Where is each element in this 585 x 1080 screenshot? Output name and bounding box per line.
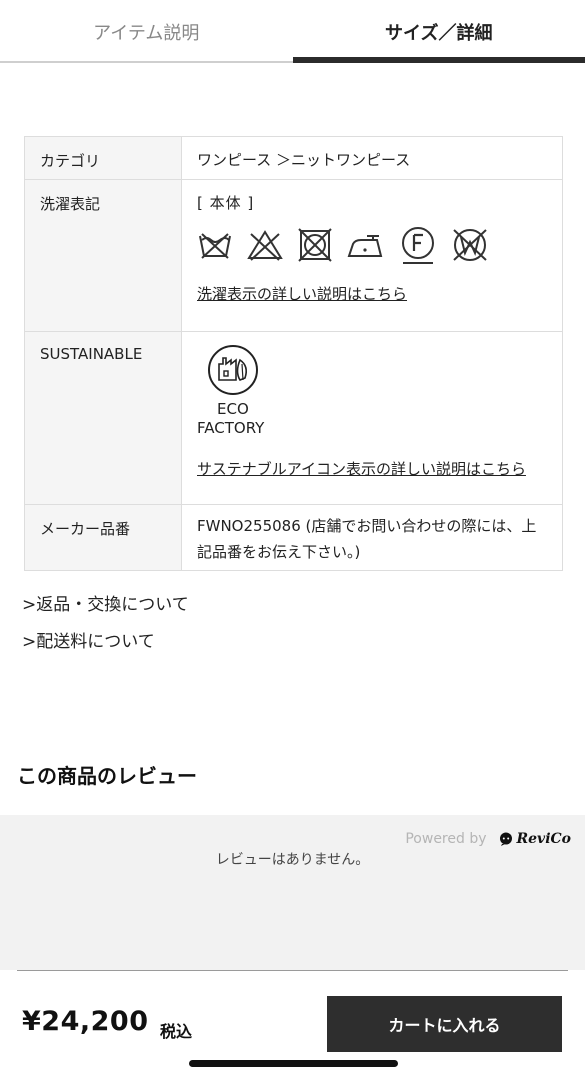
table-row: 洗濯表記 [ 本体 ] 洗濯表示の詳しい説明はこちら bbox=[24, 179, 563, 332]
no-wash-icon bbox=[199, 233, 231, 259]
spec-table: カテゴリ ワンピース ＞ニットワンピース 洗濯表記 [ 本体 ] 洗濯表示の詳し… bbox=[24, 136, 563, 571]
add-to-cart-button[interactable]: カートに入れる bbox=[327, 996, 562, 1052]
active-tab-indicator bbox=[293, 57, 585, 63]
returns-exchange-link[interactable]: >返品・交換について bbox=[22, 590, 189, 615]
wash-icon-row bbox=[197, 225, 562, 265]
table-row: メーカー品番 FWNO255086 (店舗でお問い合わせの際には、上記品番をお伝… bbox=[24, 504, 563, 571]
home-indicator bbox=[189, 1060, 398, 1067]
sustainable-label: SUSTAINABLE bbox=[24, 331, 182, 505]
tab-size-details[interactable]: サイズ／詳細 bbox=[293, 0, 585, 64]
category-label: カテゴリ bbox=[24, 136, 182, 180]
tab-item-description[interactable]: アイテム説明 bbox=[0, 0, 293, 64]
table-row: SUSTAINABLE ECO FACTORY サステナブルアイコン表示の詳しい… bbox=[24, 331, 563, 505]
wash-details-link[interactable]: 洗濯表示の詳しい説明はこちら bbox=[197, 283, 407, 304]
revico-logo-text: ReviCo bbox=[516, 831, 571, 847]
powered-by-label: Powered by bbox=[405, 831, 487, 847]
price: ¥24,200 bbox=[22, 1006, 149, 1037]
maker-number-value: FWNO255086 (店舗でお問い合わせの際には、上記品番をお伝え下さい。) bbox=[197, 517, 537, 561]
table-row: カテゴリ ワンピース ＞ニットワンピース bbox=[24, 136, 563, 180]
sustainable-details-link[interactable]: サステナブルアイコン表示の詳しい説明はこちら bbox=[197, 458, 526, 479]
no-bleach-icon bbox=[247, 230, 283, 261]
review-section-title: この商品のレビュー bbox=[17, 764, 197, 788]
tax-included-label: 税込 bbox=[160, 1022, 193, 1041]
eco-factory-icon bbox=[208, 345, 258, 395]
no-wet-clean-icon bbox=[453, 229, 487, 261]
product-detail-page: アイテム説明 サイズ／詳細 カテゴリ ワンピース ＞ニットワンピース 洗濯表記 … bbox=[0, 0, 585, 1080]
eco-label-line1: ECO bbox=[217, 400, 249, 418]
no-tumble-dry-icon bbox=[298, 228, 332, 262]
wash-part-label: [ 本体 ] bbox=[197, 194, 255, 212]
shipping-fee-link[interactable]: >配送料について bbox=[22, 627, 155, 652]
revico-logo-icon bbox=[499, 832, 512, 846]
iron-low-icon bbox=[347, 235, 383, 257]
purchase-bar-divider bbox=[17, 970, 568, 971]
revico-logo[interactable]: ReviCo bbox=[499, 831, 571, 847]
maker-number-label: メーカー品番 bbox=[24, 504, 182, 571]
eco-label-line2: FACTORY bbox=[197, 419, 265, 437]
wash-label: 洗濯表記 bbox=[24, 179, 182, 332]
eco-factory-badge: ECO FACTORY bbox=[197, 344, 287, 438]
powered-by: Powered by ReviCo bbox=[405, 831, 571, 847]
purchase-bar: ¥24,200 税込 カートに入れる bbox=[0, 970, 585, 1080]
dry-clean-f-icon bbox=[402, 227, 434, 264]
tab-bar: アイテム説明 サイズ／詳細 bbox=[0, 0, 585, 64]
no-reviews-message: レビューはありません。 bbox=[215, 852, 370, 868]
category-value: ワンピース ＞ニットワンピース bbox=[181, 136, 563, 180]
